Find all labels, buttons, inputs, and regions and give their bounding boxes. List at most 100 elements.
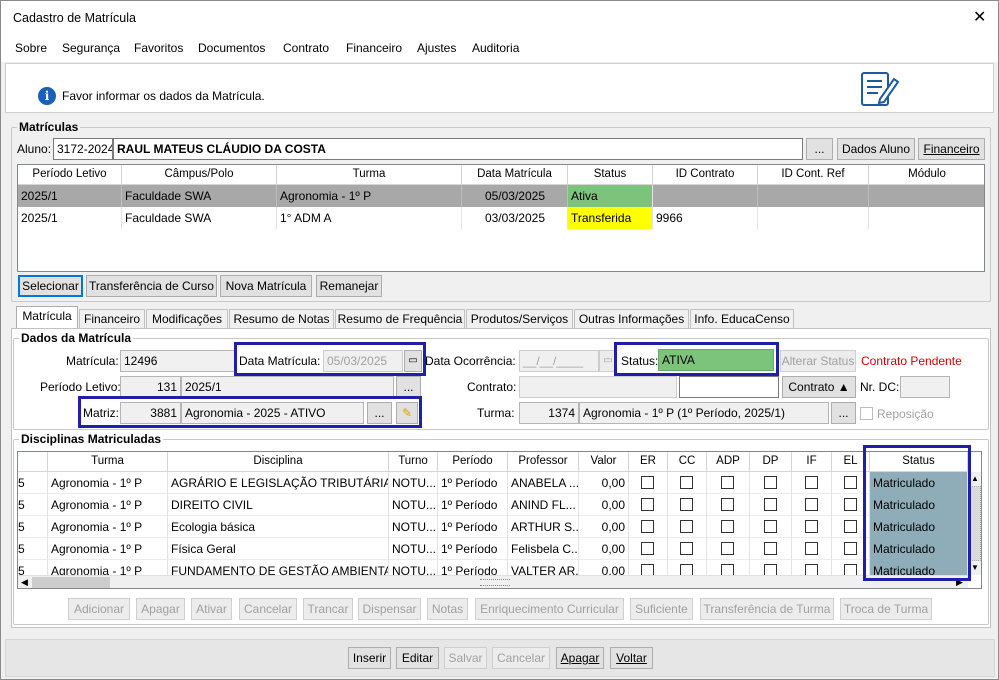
tab-modificacoes[interactable]: Modificações <box>146 309 228 329</box>
inserir-button[interactable]: Inserir <box>348 647 391 669</box>
col-id-ref[interactable]: ID Cont. Ref <box>758 165 869 185</box>
flag-checkbox[interactable] <box>721 498 734 511</box>
table-row[interactable]: 5 Agronomia - 1º P Ecologia básica NOTU... 1… <box>18 516 968 538</box>
flag-checkbox[interactable] <box>805 542 818 555</box>
aluno-search-button[interactable]: ... <box>806 138 833 160</box>
flag-checkbox[interactable] <box>764 542 777 555</box>
menu-contrato[interactable]: Contrato <box>283 41 329 55</box>
dispensar-button[interactable]: Dispensar <box>358 598 421 620</box>
col-disciplina[interactable]: Disciplina <box>168 452 389 472</box>
col-turma[interactable]: Turma <box>48 452 168 472</box>
nr-dc-field[interactable] <box>900 376 950 398</box>
flag-checkbox[interactable] <box>844 476 857 489</box>
cancelar-footer-button[interactable]: Cancelar <box>492 647 550 669</box>
horizontal-scrollbar[interactable]: ◀ ▶ <box>18 575 968 588</box>
flag-checkbox[interactable] <box>641 520 654 533</box>
flag-checkbox[interactable] <box>844 542 857 555</box>
menu-sobre[interactable]: Sobre <box>15 41 47 55</box>
col-dp[interactable]: DP <box>750 452 792 472</box>
cancelar-button[interactable]: Cancelar <box>239 598 297 620</box>
transferencia-curso-button[interactable]: Transferência de Curso <box>86 275 217 297</box>
flag-checkbox[interactable] <box>721 476 734 489</box>
suficiente-button[interactable]: Suficiente <box>630 598 693 620</box>
tab-resumo-frequencia[interactable]: Resumo de Frequência <box>335 309 465 329</box>
remanejar-button[interactable]: Remanejar <box>316 275 382 297</box>
flag-checkbox[interactable] <box>764 498 777 511</box>
flag-checkbox[interactable] <box>764 520 777 533</box>
notas-button[interactable]: Notas <box>427 598 468 620</box>
col-professor[interactable]: Professor <box>508 452 579 472</box>
menu-ajustes[interactable]: Ajustes <box>417 41 456 55</box>
scroll-left-icon[interactable]: ◀ <box>21 577 28 588</box>
menu-favoritos[interactable]: Favoritos <box>134 41 183 55</box>
scroll-thumb[interactable] <box>32 577 110 588</box>
tab-matricula[interactable]: Matrícula <box>16 306 78 330</box>
col-campus[interactable]: Câmpus/Polo <box>122 165 277 185</box>
flag-checkbox[interactable] <box>680 476 693 489</box>
aluno-name-field[interactable]: RAUL MATEUS CLÁUDIO DA COSTA <box>113 138 803 160</box>
col-status[interactable]: Status <box>568 165 653 185</box>
col-turno[interactable]: Turno <box>389 452 438 472</box>
table-row[interactable]: 2025/1 Faculdade SWA 1° ADM A 03/03/2025… <box>18 207 984 229</box>
flag-checkbox[interactable] <box>641 476 654 489</box>
tab-resumo-notas[interactable]: Resumo de Notas <box>229 309 334 329</box>
financeiro-button[interactable]: Financeiro <box>918 138 985 160</box>
trancar-button[interactable]: Trancar <box>303 598 353 620</box>
flag-checkbox[interactable] <box>805 498 818 511</box>
tab-educacenso[interactable]: Info. EducaCenso <box>690 309 794 329</box>
col-data[interactable]: Data Matrícula <box>462 165 568 185</box>
flag-checkbox[interactable] <box>764 476 777 489</box>
periodo-code-field[interactable]: 131 <box>120 376 181 398</box>
enriquecimento-button[interactable]: Enriquecimento Curricular <box>475 598 624 620</box>
alterar-status-button[interactable]: Alterar Status <box>780 350 856 372</box>
contrato-button[interactable]: Contrato ▲ <box>782 376 856 398</box>
col-turma[interactable]: Turma <box>277 165 462 185</box>
flag-checkbox[interactable] <box>844 498 857 511</box>
adicionar-button[interactable]: Adicionar <box>68 598 130 620</box>
salvar-button[interactable]: Salvar <box>444 647 487 669</box>
reposicao-checkbox[interactable] <box>860 407 873 420</box>
flag-checkbox[interactable] <box>721 520 734 533</box>
disciplinas-table[interactable]: Turma Disciplina Turno Período Professor… <box>17 451 982 589</box>
apagar-button[interactable]: Apagar <box>136 598 185 620</box>
editar-button[interactable]: Editar <box>396 647 439 669</box>
transferencia-turma-button[interactable]: Transferência de Turma <box>700 598 834 620</box>
col-id-contrato[interactable]: ID Contrato <box>653 165 758 185</box>
flag-checkbox[interactable] <box>805 476 818 489</box>
flag-checkbox[interactable] <box>680 542 693 555</box>
table-row[interactable]: 2025/1 Faculdade SWA Agronomia - 1º P 05… <box>18 185 984 207</box>
col-lead[interactable] <box>18 452 48 472</box>
menu-documentos[interactable]: Documentos <box>198 41 265 55</box>
ativar-button[interactable]: Ativar <box>191 598 232 620</box>
table-row[interactable]: 5 Agronomia - 1º P AGRÁRIO E LEGISLAÇÃO TR… <box>18 472 968 494</box>
close-icon[interactable]: ✕ <box>973 7 986 27</box>
nova-matricula-button[interactable]: Nova Matrícula <box>220 275 312 297</box>
flag-checkbox[interactable] <box>844 520 857 533</box>
menu-seguranca[interactable]: Segurança <box>62 41 120 55</box>
tab-outras-informacoes[interactable]: Outras Informações <box>574 309 689 329</box>
turma-code-field[interactable]: 1374 <box>519 402 579 424</box>
menu-auditoria[interactable]: Auditoria <box>472 41 519 55</box>
scroll-down-icon[interactable]: ▼ <box>971 563 979 572</box>
col-er[interactable]: ER <box>629 452 668 472</box>
aluno-code-field[interactable]: 3172-2024 <box>53 138 113 160</box>
dados-aluno-button[interactable]: Dados Aluno <box>837 138 915 160</box>
col-adp[interactable]: ADP <box>707 452 750 472</box>
voltar-button[interactable]: Voltar <box>610 647 653 669</box>
data-ocorrencia-field[interactable]: __/__/____ <box>519 350 599 372</box>
menu-financeiro[interactable]: Financeiro <box>346 41 402 55</box>
col-if[interactable]: IF <box>792 452 832 472</box>
table-row[interactable]: 5 Agronomia - 1º P Física Geral NOTU... 1º P… <box>18 538 968 560</box>
flag-checkbox[interactable] <box>805 520 818 533</box>
table-row[interactable]: 5 Agronomia - 1º P DIREITO CIVIL NOTU... 1º … <box>18 494 968 516</box>
troca-turma-button[interactable]: Troca de Turma <box>840 598 932 620</box>
contrato-number-field[interactable] <box>679 376 779 398</box>
selecionar-button[interactable]: Selecionar <box>18 275 83 297</box>
tab-produtos[interactable]: Produtos/Serviços <box>466 309 573 329</box>
col-cc[interactable]: CC <box>668 452 707 472</box>
flag-checkbox[interactable] <box>680 498 693 511</box>
flag-checkbox[interactable] <box>641 498 654 511</box>
matricula-field[interactable]: 12496 <box>120 350 235 372</box>
tab-financeiro[interactable]: Financeiro <box>79 309 145 329</box>
col-periodo[interactable]: Período <box>438 452 508 472</box>
